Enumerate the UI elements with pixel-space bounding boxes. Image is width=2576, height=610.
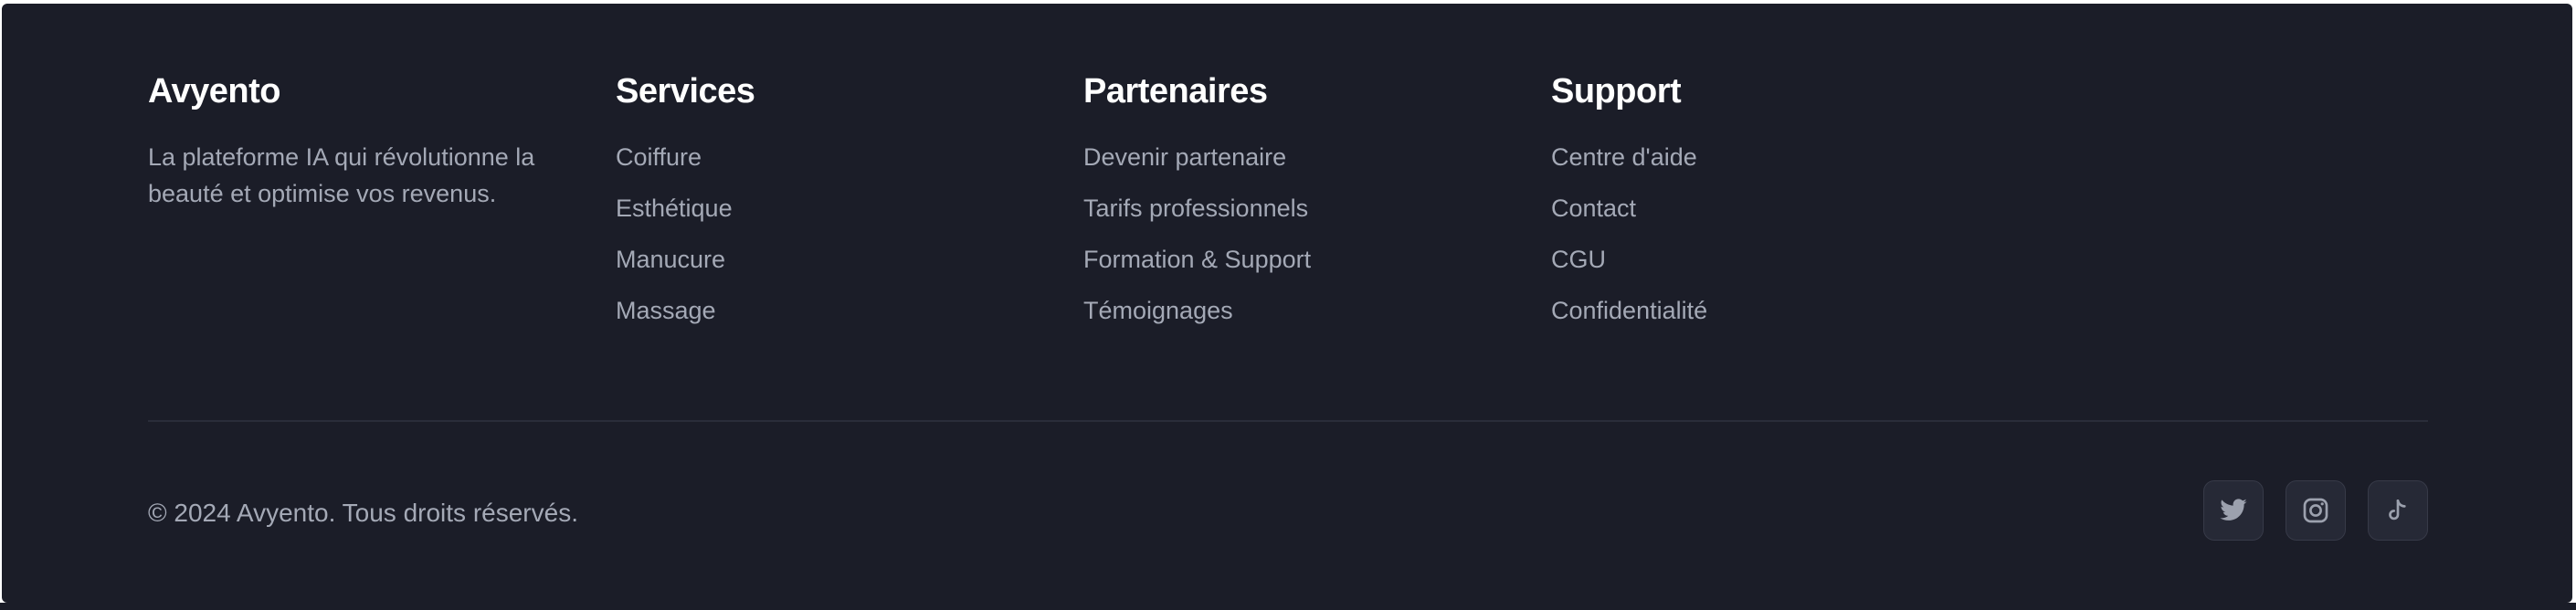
footer-link-privacy[interactable]: Confidentialité [1551, 292, 1990, 329]
partners-link-list: Devenir partenaire Tarifs professionnels… [1083, 139, 1522, 329]
footer-link-pro-pricing[interactable]: Tarifs professionnels [1083, 190, 1522, 226]
footer-link-testimonials[interactable]: Témoignages [1083, 292, 1522, 329]
footer-link-manucure[interactable]: Manucure [616, 241, 1054, 278]
footer-link-help-center[interactable]: Centre d'aide [1551, 139, 1990, 175]
footer-link-esthetique[interactable]: Esthétique [616, 190, 1054, 226]
footer-link-massage[interactable]: Massage [616, 292, 1054, 329]
page-frame: Avyento La plateforme IA qui révolutionn… [0, 0, 2576, 610]
footer-inner: Avyento La plateforme IA qui révolutionn… [148, 4, 2428, 603]
footer-partners-column: Partenaires Devenir partenaire Tarifs pr… [1083, 68, 1522, 343]
footer-link-training-support[interactable]: Formation & Support [1083, 241, 1522, 278]
footer-support-column: Support Centre d'aide Contact CGU Confid… [1551, 68, 1990, 343]
footer-services-column: Services Coiffure Esthétique Manucure Ma… [616, 68, 1054, 343]
social-links [2203, 480, 2428, 541]
footer-link-cgu[interactable]: CGU [1551, 241, 1990, 278]
instagram-icon [2303, 498, 2328, 523]
brand-description: La plateforme IA qui révolutionne la bea… [148, 143, 535, 207]
footer-link-contact[interactable]: Contact [1551, 190, 1990, 226]
bottom-edge [0, 603, 2576, 610]
services-link-list: Coiffure Esthétique Manucure Massage [616, 139, 1054, 329]
footer-link-coiffure[interactable]: Coiffure [616, 139, 1054, 175]
support-heading: Support [1551, 72, 1682, 110]
services-heading: Services [616, 72, 755, 110]
tiktok-icon [2389, 500, 2406, 521]
footer-brand-column: Avyento La plateforme IA qui révolutionn… [148, 68, 586, 212]
twitter-button[interactable] [2203, 480, 2264, 541]
support-link-list: Centre d'aide Contact CGU Confidentialit… [1551, 139, 1990, 329]
instagram-button[interactable] [2286, 480, 2346, 541]
footer-link-become-partner[interactable]: Devenir partenaire [1083, 139, 1522, 175]
tiktok-button[interactable] [2368, 480, 2428, 541]
footer-divider [148, 420, 2428, 422]
site-footer: Avyento La plateforme IA qui révolutionn… [2, 4, 2572, 603]
brand-name: Avyento [148, 72, 281, 110]
partners-heading: Partenaires [1083, 72, 1268, 110]
twitter-icon [2220, 499, 2247, 521]
copyright-text: © 2024 Avyento. Tous droits réservés. [148, 499, 578, 527]
